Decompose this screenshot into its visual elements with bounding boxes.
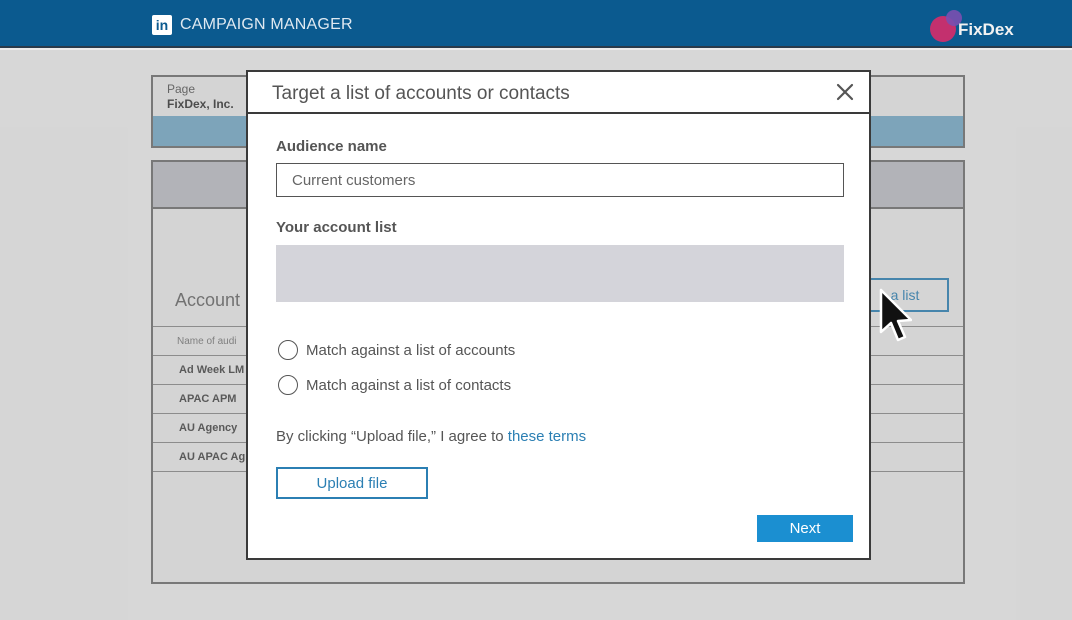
radio-label: Match against a list of contacts [306,377,512,394]
mouse-pointer-icon [879,288,912,342]
upload-file-button[interactable]: Upload file [276,467,428,499]
radio-label: Match against a list of accounts [306,342,516,359]
target-list-modal: Target a list of accounts or contacts Au… [246,70,871,560]
terms-text: By clicking “Upload file,” I agree to th… [276,428,586,445]
modal-title: Target a list of accounts or contacts [272,83,570,104]
account-list-label: Your account list [276,219,397,236]
terms-link[interactable]: these terms [508,428,586,445]
audience-name-input[interactable] [276,163,844,197]
radio-button[interactable] [278,340,298,360]
audience-name-label: Audience name [276,138,387,155]
close-icon[interactable] [835,82,855,102]
account-list-dropzone[interactable] [276,245,844,302]
terms-prefix: By clicking “Upload file,” I agree to [276,428,508,445]
fixdex-logo: FixDex [930,8,1030,42]
top-navigation-bar: in CAMPAIGN MANAGER FixDex [0,0,1072,48]
app-title: CAMPAIGN MANAGER [180,16,353,33]
next-button[interactable]: Next [757,515,853,542]
modal-header: Target a list of accounts or contacts [248,72,869,114]
linkedin-logo-icon: in [152,15,172,35]
radio-button[interactable] [278,375,298,395]
brand-name: FixDex [958,20,1014,39]
